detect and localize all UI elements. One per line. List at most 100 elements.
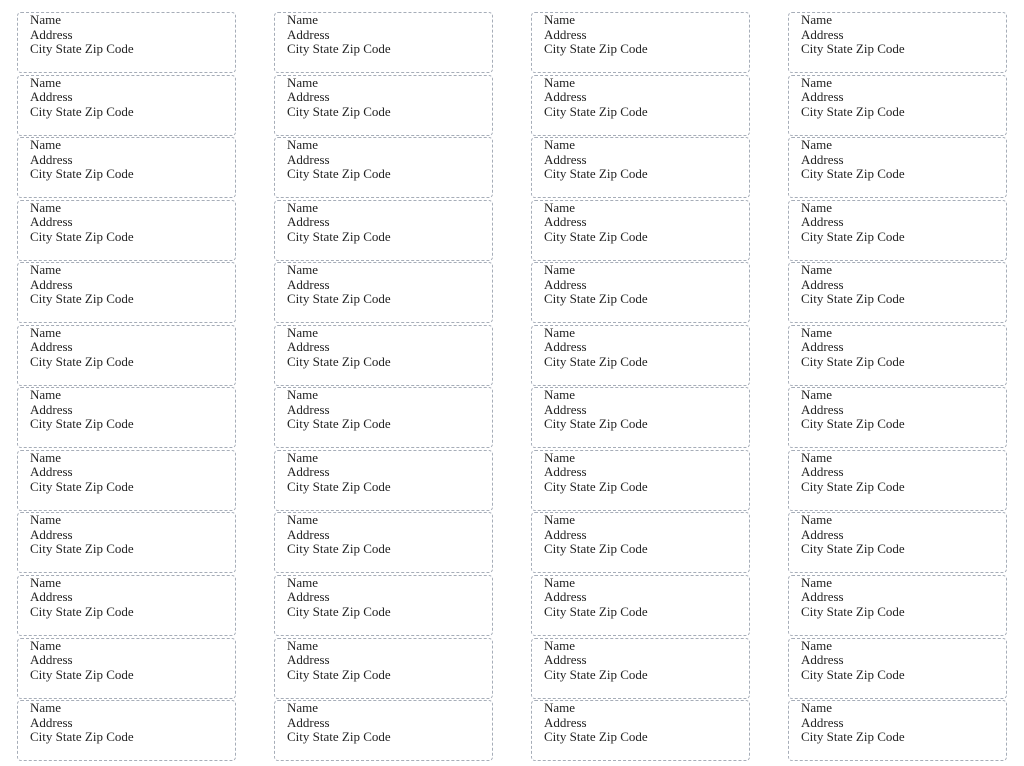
label-address: Address [544,526,587,542]
label-address: Address [544,276,587,292]
address-label[interactable]: Name Address City State Zip Code [17,449,236,511]
address-label[interactable]: Name Address City State Zip Code [531,137,750,199]
label-address: Address [544,89,587,105]
address-label[interactable]: Name Address City State Zip Code [17,324,236,386]
address-label[interactable]: Name Address City State Zip Code [531,74,750,136]
label-city-state-zip: City State Zip Code [287,166,391,182]
label-name: Name [287,574,319,590]
address-label[interactable]: Name Address City State Zip Code [274,12,493,73]
address-label[interactable]: Name Address City State Zip Code [17,700,236,762]
address-label[interactable]: Name Address City State Zip Code [274,199,493,261]
address-label[interactable]: Name Address City State Zip Code [274,324,493,386]
address-label[interactable]: Name Address City State Zip Code [531,637,750,699]
address-label[interactable]: Name Address City State Zip Code [531,574,750,636]
address-label[interactable]: Name Address City State Zip Code [274,74,493,136]
address-label[interactable]: Name Address City State Zip Code [788,449,1007,511]
label-name: Name [287,387,319,403]
label-name: Name [544,74,576,90]
label-address: Address [801,26,844,42]
address-label[interactable]: Name Address City State Zip Code [531,12,750,73]
label-city-state-zip: City State Zip Code [801,103,905,119]
label-address: Address [30,714,73,730]
label-name: Name [287,700,319,716]
address-label[interactable]: Name Address City State Zip Code [788,324,1007,386]
address-label[interactable]: Name Address City State Zip Code [274,262,493,324]
label-address: Address [801,589,844,605]
address-label[interactable]: Name Address City State Zip Code [274,512,493,574]
address-label[interactable]: Name Address City State Zip Code [531,387,750,449]
address-label[interactable]: Name Address City State Zip Code [17,574,236,636]
label-city-state-zip: City State Zip Code [801,166,905,182]
label-city-state-zip: City State Zip Code [544,666,648,682]
address-label[interactable]: Name Address City State Zip Code [788,387,1007,449]
label-city-state-zip: City State Zip Code [801,603,905,619]
label-name: Name [30,137,62,153]
label-city-state-zip: City State Zip Code [544,353,648,369]
address-label[interactable]: Name Address City State Zip Code [531,512,750,574]
address-label[interactable]: Name Address City State Zip Code [531,262,750,324]
label-city-state-zip: City State Zip Code [801,41,905,56]
address-label[interactable]: Name Address City State Zip Code [17,74,236,136]
label-name: Name [801,137,833,153]
address-label[interactable]: Name Address City State Zip Code [274,700,493,762]
label-name: Name [801,512,833,528]
label-address: Address [544,652,587,667]
address-label[interactable]: Name Address City State Zip Code [17,12,236,73]
label-address: Address [30,464,73,480]
address-label[interactable]: Name Address City State Zip Code [788,574,1007,636]
address-label[interactable]: Name Address City State Zip Code [274,574,493,636]
label-city-state-zip: City State Zip Code [544,541,648,557]
address-label[interactable]: Name Address City State Zip Code [17,512,236,574]
label-city-state-zip: City State Zip Code [287,353,391,369]
label-city-state-zip: City State Zip Code [287,603,391,619]
label-address: Address [287,276,330,292]
label-name: Name [30,262,62,278]
label-address: Address [287,464,330,480]
label-address: Address [801,276,844,292]
label-city-state-zip: City State Zip Code [287,291,391,307]
address-label[interactable]: Name Address City State Zip Code [788,74,1007,136]
label-address: Address [287,652,330,667]
label-name: Name [287,512,319,528]
label-name: Name [287,12,319,27]
address-label[interactable]: Name Address City State Zip Code [274,637,493,699]
address-label[interactable]: Name Address City State Zip Code [788,137,1007,199]
address-label[interactable]: Name Address City State Zip Code [17,637,236,699]
label-address: Address [30,339,73,355]
address-label[interactable]: Name Address City State Zip Code [17,137,236,199]
label-city-state-zip: City State Zip Code [30,353,134,369]
label-name: Name [30,74,62,90]
address-label[interactable]: Name Address City State Zip Code [531,700,750,762]
address-label[interactable]: Name Address City State Zip Code [17,199,236,261]
address-label[interactable]: Name Address City State Zip Code [531,449,750,511]
address-label[interactable]: Name Address City State Zip Code [274,387,493,449]
label-address: Address [30,214,73,230]
address-label[interactable]: Name Address City State Zip Code [788,199,1007,261]
address-label[interactable]: Name Address City State Zip Code [17,262,236,324]
label-city-state-zip: City State Zip Code [544,729,648,745]
label-city-state-zip: City State Zip Code [30,416,134,432]
address-label[interactable]: Name Address City State Zip Code [531,324,750,386]
address-label[interactable]: Name Address City State Zip Code [788,637,1007,699]
label-address: Address [544,401,587,417]
label-name: Name [544,12,576,27]
address-label[interactable]: Name Address City State Zip Code [788,12,1007,73]
label-name: Name [30,512,62,528]
label-name: Name [30,700,62,716]
address-label[interactable]: Name Address City State Zip Code [274,449,493,511]
address-label[interactable]: Name Address City State Zip Code [788,700,1007,762]
address-label[interactable]: Name Address City State Zip Code [788,512,1007,574]
label-name: Name [30,449,62,465]
address-label[interactable]: Name Address City State Zip Code [788,262,1007,324]
label-address: Address [287,526,330,542]
label-city-state-zip: City State Zip Code [287,416,391,432]
label-address: Address [801,214,844,230]
label-city-state-zip: City State Zip Code [544,228,648,244]
address-label[interactable]: Name Address City State Zip Code [274,137,493,199]
label-name: Name [544,137,576,153]
address-label[interactable]: Name Address City State Zip Code [17,387,236,449]
label-name: Name [287,637,319,653]
label-address: Address [544,151,587,167]
address-label[interactable]: Name Address City State Zip Code [531,199,750,261]
label-address: Address [287,339,330,355]
